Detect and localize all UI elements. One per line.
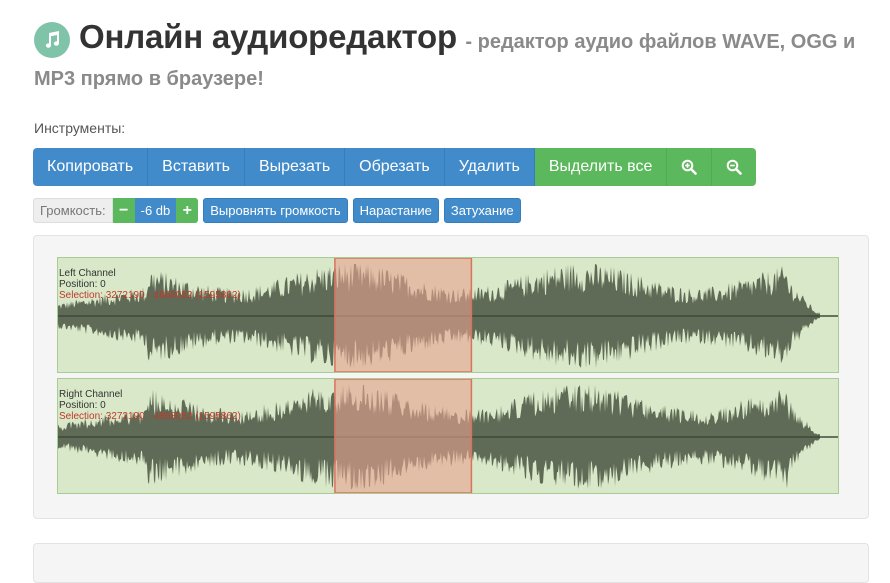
selection-region[interactable] <box>334 379 473 493</box>
zoom-in-button[interactable] <box>667 148 713 186</box>
waveform-editor-panel: Left Channel Position: 0 Selection: 3272… <box>33 235 869 519</box>
right-channel-name: Right Channel <box>59 389 123 400</box>
bottom-panel <box>33 543 869 583</box>
paste-button[interactable]: Вставить <box>148 148 245 186</box>
page-subtitle-continuation: MP3 прямо в браузере! <box>34 68 264 90</box>
fade-out-button[interactable]: Затухание <box>443 198 521 223</box>
left-channel-selection: Selection: 3272190 - 4868052 (1595862) <box>59 290 241 301</box>
delete-button[interactable]: Удалить <box>444 148 535 186</box>
selection-region[interactable] <box>334 258 473 372</box>
copy-button[interactable]: Копировать <box>33 148 149 186</box>
tools-label: Инструменты: <box>34 120 126 136</box>
page-subtitle: - редактор аудио файлов WAVE, OGG и <box>465 31 856 53</box>
normalize-volume-button[interactable]: Выровнять громкость <box>203 198 348 223</box>
left-channel-waveform[interactable]: Left Channel Position: 0 Selection: 3272… <box>57 257 839 373</box>
right-channel-waveform[interactable]: Right Channel Position: 0 Selection: 327… <box>57 378 839 494</box>
right-channel-position: Position: 0 <box>59 400 106 411</box>
left-channel-position: Position: 0 <box>59 279 106 290</box>
volume-decrease-button[interactable]: − <box>112 198 135 223</box>
edit-toolbar: Копировать Вставить Вырезать Обрезать Уд… <box>33 148 757 186</box>
volume-value: -6 db <box>134 198 177 223</box>
zoom-out-button[interactable] <box>712 148 757 186</box>
volume-increase-button[interactable]: + <box>176 198 199 223</box>
zoom-in-icon <box>682 159 698 175</box>
zoom-out-icon <box>727 159 743 175</box>
page-title: Онлайн аудиоредактор <box>79 18 457 55</box>
crop-button[interactable]: Обрезать <box>345 148 445 186</box>
volume-controls: Громкость: − -6 db + Выровнять громкость… <box>33 198 521 223</box>
fade-in-button[interactable]: Нарастание <box>352 198 439 223</box>
cut-button[interactable]: Вырезать <box>244 148 346 186</box>
right-channel-selection: Selection: 3272190 - 4868052 (1595862) <box>59 411 241 422</box>
left-channel-name: Left Channel <box>59 268 116 279</box>
select-all-button[interactable]: Выделить все <box>534 148 668 186</box>
music-note-icon <box>34 22 70 58</box>
volume-label: Громкость: <box>33 198 113 223</box>
